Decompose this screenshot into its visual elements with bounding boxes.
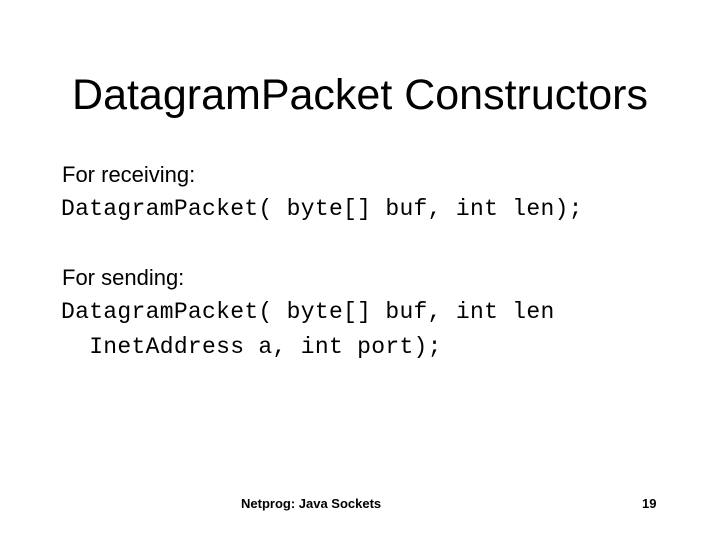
sending-constructor-code-line-2: InetAddress a, int port); xyxy=(61,334,442,360)
footer-course-title: Netprog: Java Sockets xyxy=(241,496,382,511)
slide: DatagramPacket Constructors For receivin… xyxy=(0,0,720,540)
sending-constructor-code-line-1: DatagramPacket( byte[] buf, int len xyxy=(61,299,555,325)
receiving-label: For receiving: xyxy=(62,162,196,187)
slide-title: DatagramPacket Constructors xyxy=(72,71,648,119)
sending-label: For sending: xyxy=(62,265,185,290)
page-number: 19 xyxy=(642,496,657,511)
receiving-constructor-code: DatagramPacket( byte[] buf, int len); xyxy=(61,196,583,222)
